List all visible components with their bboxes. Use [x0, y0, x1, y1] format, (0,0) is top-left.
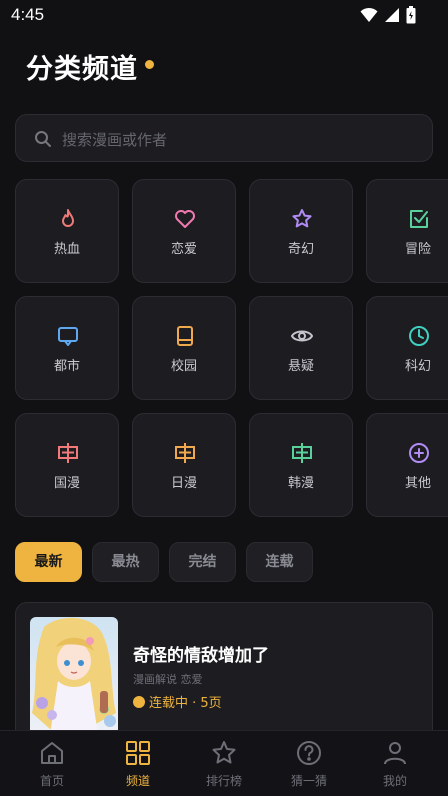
checkbox-icon [410, 210, 428, 228]
category-riman[interactable]: 日漫 [132, 413, 236, 517]
category-label: 冒险 [404, 242, 431, 257]
nav-label: 排行榜 [205, 774, 242, 788]
category-qihuan[interactable]: 奇幻 [249, 179, 353, 283]
nav-label: 首页 [39, 774, 64, 788]
flag-cn-icon [58, 443, 78, 463]
manga-title: 奇怪的情敌增加了 [133, 646, 269, 666]
eye-icon [290, 330, 314, 342]
category-guoman[interactable]: 国漫 [15, 413, 119, 517]
plus-circle-icon [409, 443, 429, 463]
category-hanman[interactable]: 韩漫 [249, 413, 353, 517]
category-label: 悬疑 [287, 359, 314, 374]
nav-label: 频道 [125, 774, 150, 788]
nav-label: 我的 [382, 774, 407, 788]
category-kehuan[interactable]: 科幻 [366, 296, 448, 400]
search-icon [35, 131, 51, 147]
manga-status: 连载中 · 5页 [133, 692, 222, 711]
book-icon [177, 326, 193, 346]
category-rexue[interactable]: 热血 [15, 179, 119, 283]
nav-home[interactable]: 首页 [22, 739, 82, 789]
status-icons [360, 6, 416, 24]
flag-kr-icon [292, 443, 312, 463]
category-label: 其他 [404, 476, 431, 491]
flag-jp-icon [175, 443, 195, 463]
user-icon [384, 742, 406, 765]
status-bar: 4:45 [0, 0, 448, 32]
wifi-icon [360, 7, 378, 22]
category-label: 热血 [53, 242, 80, 257]
category-qita[interactable]: 其他 [366, 413, 448, 517]
title-accent-dot [145, 60, 154, 69]
search-placeholder: 搜索漫画或作者 [62, 131, 168, 149]
nav-channel[interactable]: 频道 [108, 739, 168, 789]
nav-guess[interactable]: 猜一猜 [279, 739, 339, 789]
category-label: 校园 [170, 359, 197, 374]
filter-tab-ongoing[interactable]: 连载 [246, 542, 313, 582]
nav-label: 猜一猜 [290, 774, 327, 788]
bottom-nav: 首页 频道 排行榜 猜一猜 我的 [0, 730, 448, 796]
category-dushi[interactable]: 都市 [15, 296, 119, 400]
category-label: 奇幻 [287, 242, 314, 257]
manga-tags: 漫画解说 恋爱 [133, 673, 203, 686]
manga-status-text: 连载中 · 5页 [149, 696, 222, 711]
heart-icon [175, 210, 195, 228]
category-label: 科幻 [404, 359, 431, 374]
category-label: 日漫 [170, 476, 197, 491]
question-icon [297, 741, 321, 765]
signal-icon [385, 8, 399, 22]
search-input[interactable]: 搜索漫画或作者 [15, 114, 433, 162]
status-dot-icon [133, 695, 145, 708]
filter-tab-hottest[interactable]: 最热 [92, 542, 159, 582]
page-title: 分类频道 [26, 54, 138, 85]
home-icon [41, 742, 63, 764]
filter-tab-completed[interactable]: 完结 [169, 542, 236, 582]
fire-icon [62, 209, 74, 227]
category-maoxian[interactable]: 冒险 [366, 179, 448, 283]
battery-icon [406, 6, 416, 24]
manga-cover-image[interactable] [30, 617, 118, 735]
category-label: 恋爱 [170, 242, 197, 257]
category-xiaoyuan[interactable]: 校园 [132, 296, 236, 400]
nav-ranking[interactable]: 排行榜 [194, 739, 254, 789]
grid-icon [126, 741, 150, 765]
clock-icon [409, 326, 429, 346]
category-lianai[interactable]: 恋爱 [132, 179, 236, 283]
nav-profile[interactable]: 我的 [365, 739, 425, 789]
category-label: 国漫 [53, 476, 80, 491]
monitor-icon [58, 327, 78, 346]
star-icon [292, 209, 312, 228]
filter-tab-latest[interactable]: 最新 [15, 542, 82, 582]
star-outline-icon [212, 741, 236, 764]
manga-card[interactable]: 奇怪的情敌增加了 漫画解说 恋爱 连载中 · 5页 [15, 602, 433, 742]
category-label: 都市 [53, 359, 80, 374]
category-xuanyi[interactable]: 悬疑 [249, 296, 353, 400]
status-time: 4:45 [11, 5, 45, 24]
category-label: 韩漫 [287, 476, 314, 491]
